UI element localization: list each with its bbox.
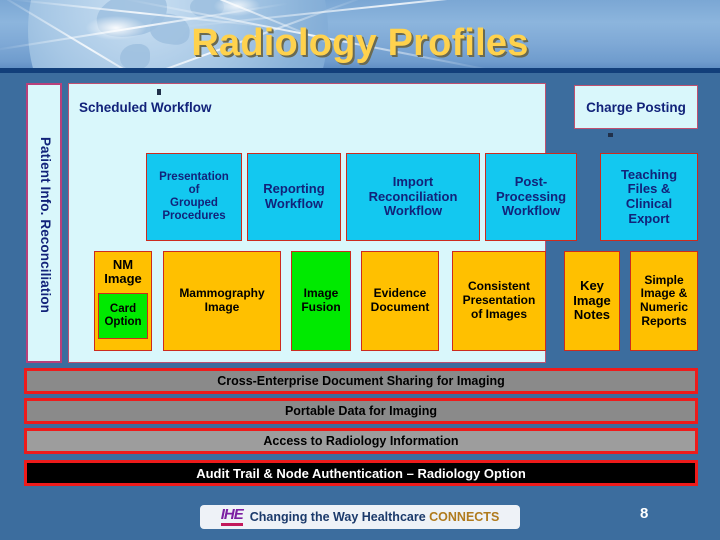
content-profile-label: Mammography Image [179, 286, 265, 314]
content-profile-box[interactable]: Image Fusion [291, 251, 351, 351]
content-profile-label: Key Image Notes [573, 277, 611, 323]
content-profile-box[interactable]: Consistent Presentation of Images [452, 251, 546, 351]
content-profile-label: NM Image [104, 257, 142, 287]
content-profile-box[interactable]: NM Image Card Option [94, 251, 152, 351]
ihe-wordmark-icon: IHE [220, 507, 244, 526]
content-profile-box[interactable]: Simple Image & Numeric Reports [630, 251, 698, 351]
foundation-bar[interactable]: Portable Data for Imaging [24, 398, 698, 424]
integration-profile-box[interactable]: Post- Processing Workflow [485, 153, 577, 241]
card-option-box[interactable]: Card Option [98, 292, 148, 339]
content-profiles-row: NM Image Card Option Mammography Image Image Fu… [0, 251, 720, 356]
ihe-tagline: Changing the Way Healthcare CONNECTS [250, 510, 500, 524]
integration-profiles-row: Presentation of Grouped Procedures Reporting… [0, 153, 720, 243]
foundation-bar[interactable]: Cross-Enterprise Document Sharing for Im… [24, 368, 698, 394]
content-profile-label: Image Fusion [301, 286, 341, 314]
content-profile-box[interactable]: Evidence Document [361, 251, 439, 351]
integration-profile-box[interactable]: Presentation of Grouped Procedures [146, 153, 242, 241]
diagram-area: Patient Info. Reconciliation Scheduled W… [0, 73, 720, 540]
foundation-bar[interactable]: Audit Trail & Node Authentication – Radi… [24, 460, 698, 486]
page-number: 8 [640, 505, 649, 522]
content-profile-label: Evidence Document [370, 286, 430, 314]
integration-profile-box[interactable]: Teaching Files & Clinical Export [600, 153, 698, 241]
charge-posting-box[interactable]: Charge Posting [574, 85, 698, 129]
ihe-tagline-start: Changing the Way Healthcare [249, 510, 430, 524]
foundation-bar[interactable]: Access to Radiology Information [24, 428, 698, 454]
ihe-logo: IHE Changing the Way Healthcare CONNECTS [200, 505, 520, 529]
content-profile-box[interactable]: Mammography Image [163, 251, 281, 351]
slide-root: Radiology Profiles Patient Info. Reconci… [0, 0, 720, 540]
marker-dot [157, 89, 161, 95]
ihe-tagline-connects: CONNECTS [429, 510, 500, 524]
marker-dot [608, 133, 613, 137]
scheduled-workflow-label: Scheduled Workflow [79, 100, 212, 115]
integration-profile-box[interactable]: Reporting Workflow [247, 153, 341, 241]
content-profile-label: Consistent Presentation of Images [462, 279, 536, 321]
slide-header: Radiology Profiles [0, 0, 720, 70]
content-profile-box[interactable]: Key Image Notes [564, 251, 620, 351]
integration-profile-box[interactable]: Import Reconciliation Workflow [346, 153, 480, 241]
page-title: Radiology Profiles [191, 22, 529, 64]
content-profile-label: Simple Image & Numeric Reports [639, 272, 689, 328]
